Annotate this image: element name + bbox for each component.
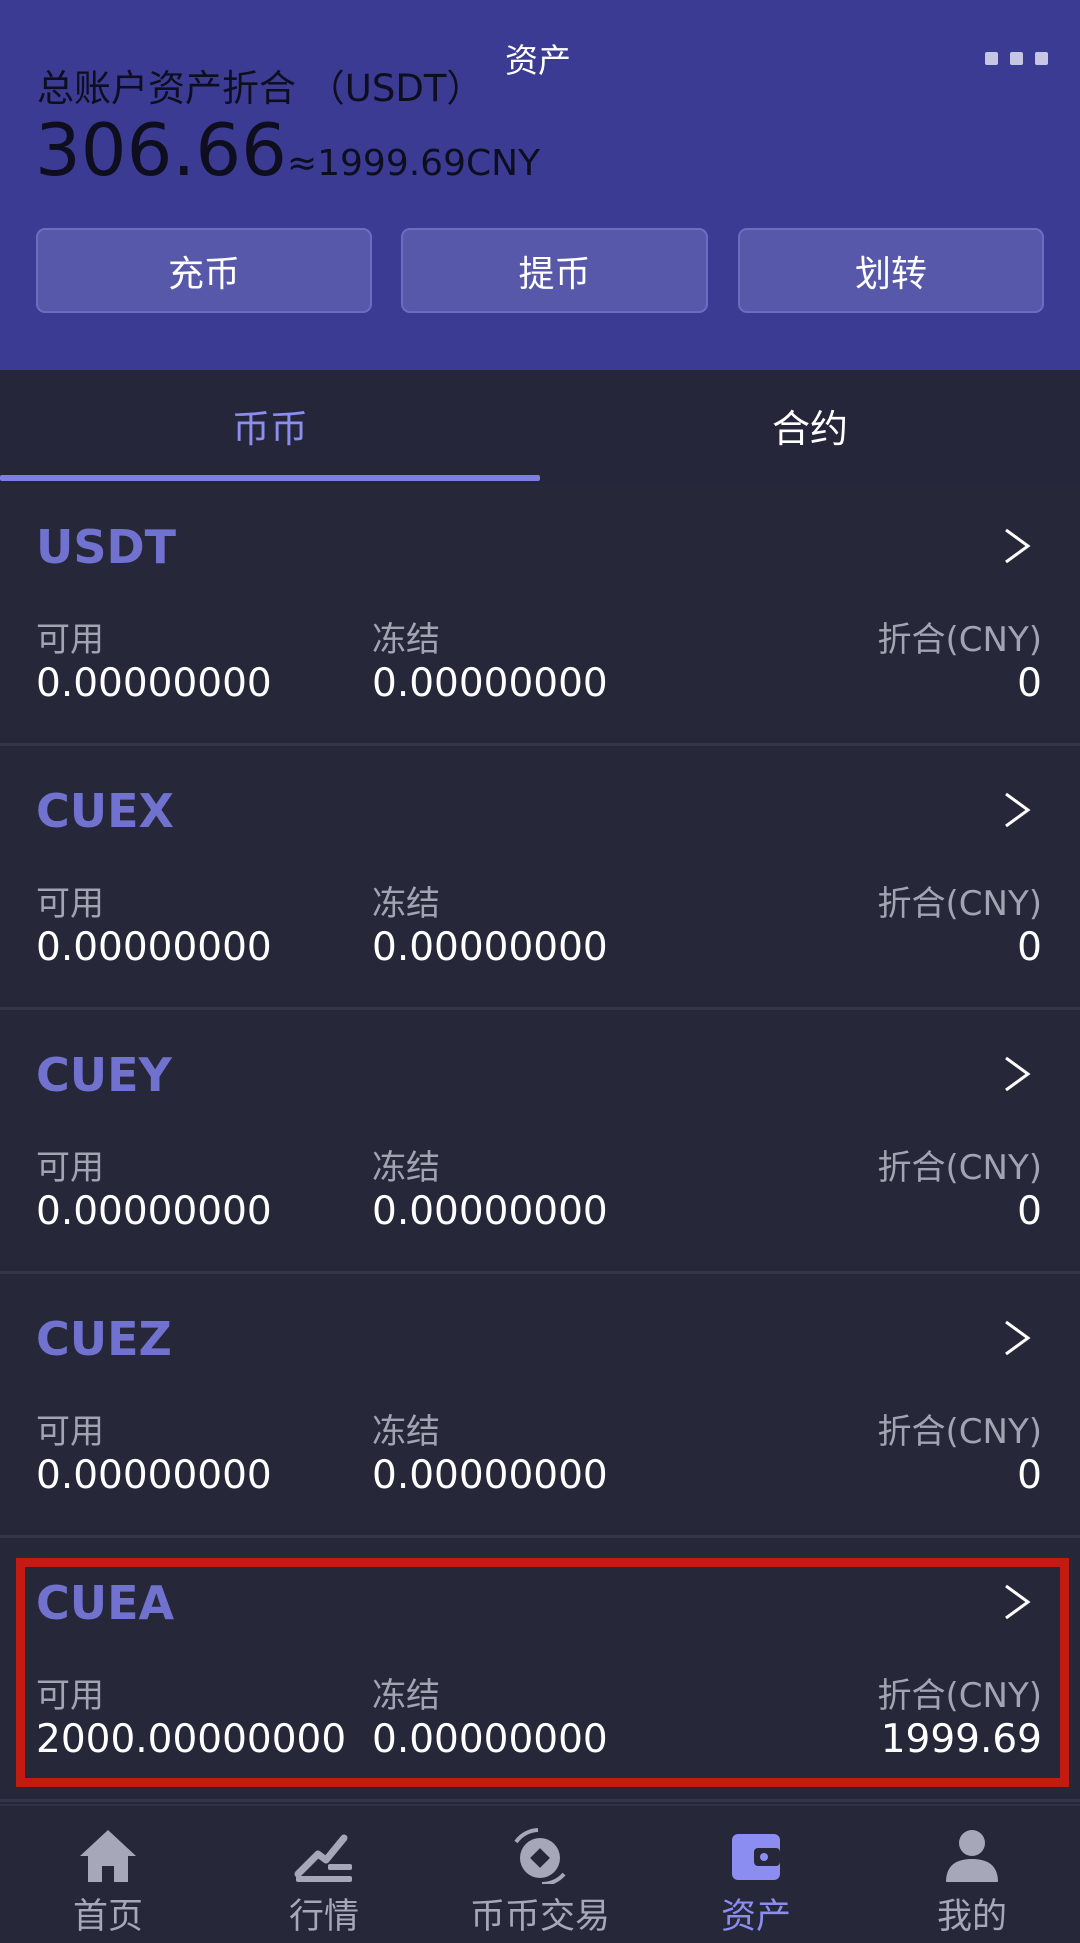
user-icon	[946, 1830, 998, 1882]
available-label: 可用	[36, 1412, 104, 1452]
equivalent-label: 折合(CNY)	[877, 1676, 1042, 1716]
more-dot	[1010, 51, 1023, 65]
total-assets-amount: 306.66	[35, 108, 287, 192]
asset-row-cuea[interactable]: CUEA 可用 冻结 折合(CNY) 2000.00000000 0.00000…	[0, 1540, 1080, 1802]
available-value: 0.00000000	[36, 661, 272, 706]
frozen-label: 冻结	[372, 1676, 440, 1716]
asset-header: 资产 总账户资产折合 （USDT） 306.66≈1999.69CNY 充币 提…	[0, 0, 1080, 370]
more-dot	[985, 51, 998, 65]
asset-row-cuex[interactable]: CUEX 可用 冻结 折合(CNY) 0.00000000 0.00000000…	[0, 748, 1080, 1010]
equivalent-label: 折合(CNY)	[877, 884, 1042, 924]
nav-item-home[interactable]: 首页	[0, 1806, 216, 1943]
market-icon	[294, 1834, 352, 1882]
tab-contract[interactable]: 合约	[540, 370, 1080, 480]
asset-name: CUEZ	[36, 1312, 172, 1366]
total-assets-cny: ≈1999.69CNY	[286, 143, 541, 184]
deposit-button[interactable]: 充币	[36, 228, 372, 313]
equivalent-value: 1999.69	[880, 1717, 1042, 1762]
frozen-value: 0.00000000	[372, 1189, 608, 1234]
nav-label: 我的	[936, 1897, 1007, 1937]
bottom-nav: 首页 行情 币币交易 资产 我的	[0, 1804, 1080, 1941]
nav-item-assets[interactable]: 资产	[648, 1806, 864, 1943]
available-label: 可用	[36, 1148, 104, 1188]
home-icon	[80, 1830, 136, 1882]
available-label: 可用	[36, 884, 104, 924]
equivalent-value: 0	[1017, 1189, 1042, 1234]
tab-spot[interactable]: 币币	[0, 370, 540, 480]
chevron-right-icon[interactable]	[998, 528, 1034, 564]
available-label: 可用	[36, 620, 104, 660]
chevron-right-icon[interactable]	[998, 792, 1034, 828]
frozen-value: 0.00000000	[372, 661, 608, 706]
frozen-label: 冻结	[372, 620, 440, 660]
nav-label: 行情	[288, 1897, 359, 1937]
frozen-value: 0.00000000	[372, 925, 608, 970]
nav-label: 首页	[72, 1897, 143, 1937]
transfer-button[interactable]: 划转	[738, 228, 1044, 313]
available-value: 2000.00000000	[36, 1717, 347, 1762]
more-icon[interactable]	[985, 48, 1055, 68]
nav-item-profile[interactable]: 我的	[864, 1806, 1080, 1943]
chevron-right-icon[interactable]	[998, 1056, 1034, 1092]
chevron-right-icon[interactable]	[998, 1584, 1034, 1620]
asset-name: CUEA	[36, 1576, 175, 1630]
frozen-label: 冻结	[372, 1148, 440, 1188]
frozen-value: 0.00000000	[372, 1453, 608, 1498]
exchange-icon	[514, 1828, 566, 1884]
equivalent-value: 0	[1017, 1453, 1042, 1498]
asset-name: CUEY	[36, 1048, 172, 1102]
available-value: 0.00000000	[36, 925, 272, 970]
wallet-icon	[732, 1834, 780, 1880]
asset-name: USDT	[36, 520, 177, 574]
total-assets-row: 306.66≈1999.69CNY	[35, 108, 540, 192]
total-assets-label: 总账户资产折合 （USDT）	[37, 67, 484, 110]
asset-name: CUEX	[36, 784, 174, 838]
nav-label: 资产	[720, 1897, 791, 1937]
available-value: 0.00000000	[36, 1453, 272, 1498]
nav-label: 币币交易	[469, 1897, 610, 1937]
frozen-value: 0.00000000	[372, 1717, 608, 1762]
page-title: 资产	[505, 41, 571, 80]
account-tabs: 币币 合约	[0, 370, 1080, 484]
equivalent-value: 0	[1017, 925, 1042, 970]
asset-row-usdt[interactable]: USDT 可用 冻结 折合(CNY) 0.00000000 0.00000000…	[0, 484, 1080, 746]
equivalent-label: 折合(CNY)	[877, 1148, 1042, 1188]
nav-item-exchange[interactable]: 币币交易	[432, 1806, 648, 1943]
asset-row-cuey[interactable]: CUEY 可用 冻结 折合(CNY) 0.00000000 0.00000000…	[0, 1012, 1080, 1274]
more-dot	[1035, 51, 1048, 65]
equivalent-label: 折合(CNY)	[877, 620, 1042, 660]
available-label: 可用	[36, 1676, 104, 1716]
nav-item-market[interactable]: 行情	[216, 1806, 432, 1943]
available-value: 0.00000000	[36, 1189, 272, 1234]
withdraw-button[interactable]: 提币	[401, 228, 708, 313]
frozen-label: 冻结	[372, 884, 440, 924]
active-tab-indicator	[0, 475, 540, 481]
equivalent-value: 0	[1017, 661, 1042, 706]
chevron-right-icon[interactable]	[998, 1320, 1034, 1356]
frozen-label: 冻结	[372, 1412, 440, 1452]
asset-row-cuez[interactable]: CUEZ 可用 冻结 折合(CNY) 0.00000000 0.00000000…	[0, 1276, 1080, 1538]
equivalent-label: 折合(CNY)	[877, 1412, 1042, 1452]
